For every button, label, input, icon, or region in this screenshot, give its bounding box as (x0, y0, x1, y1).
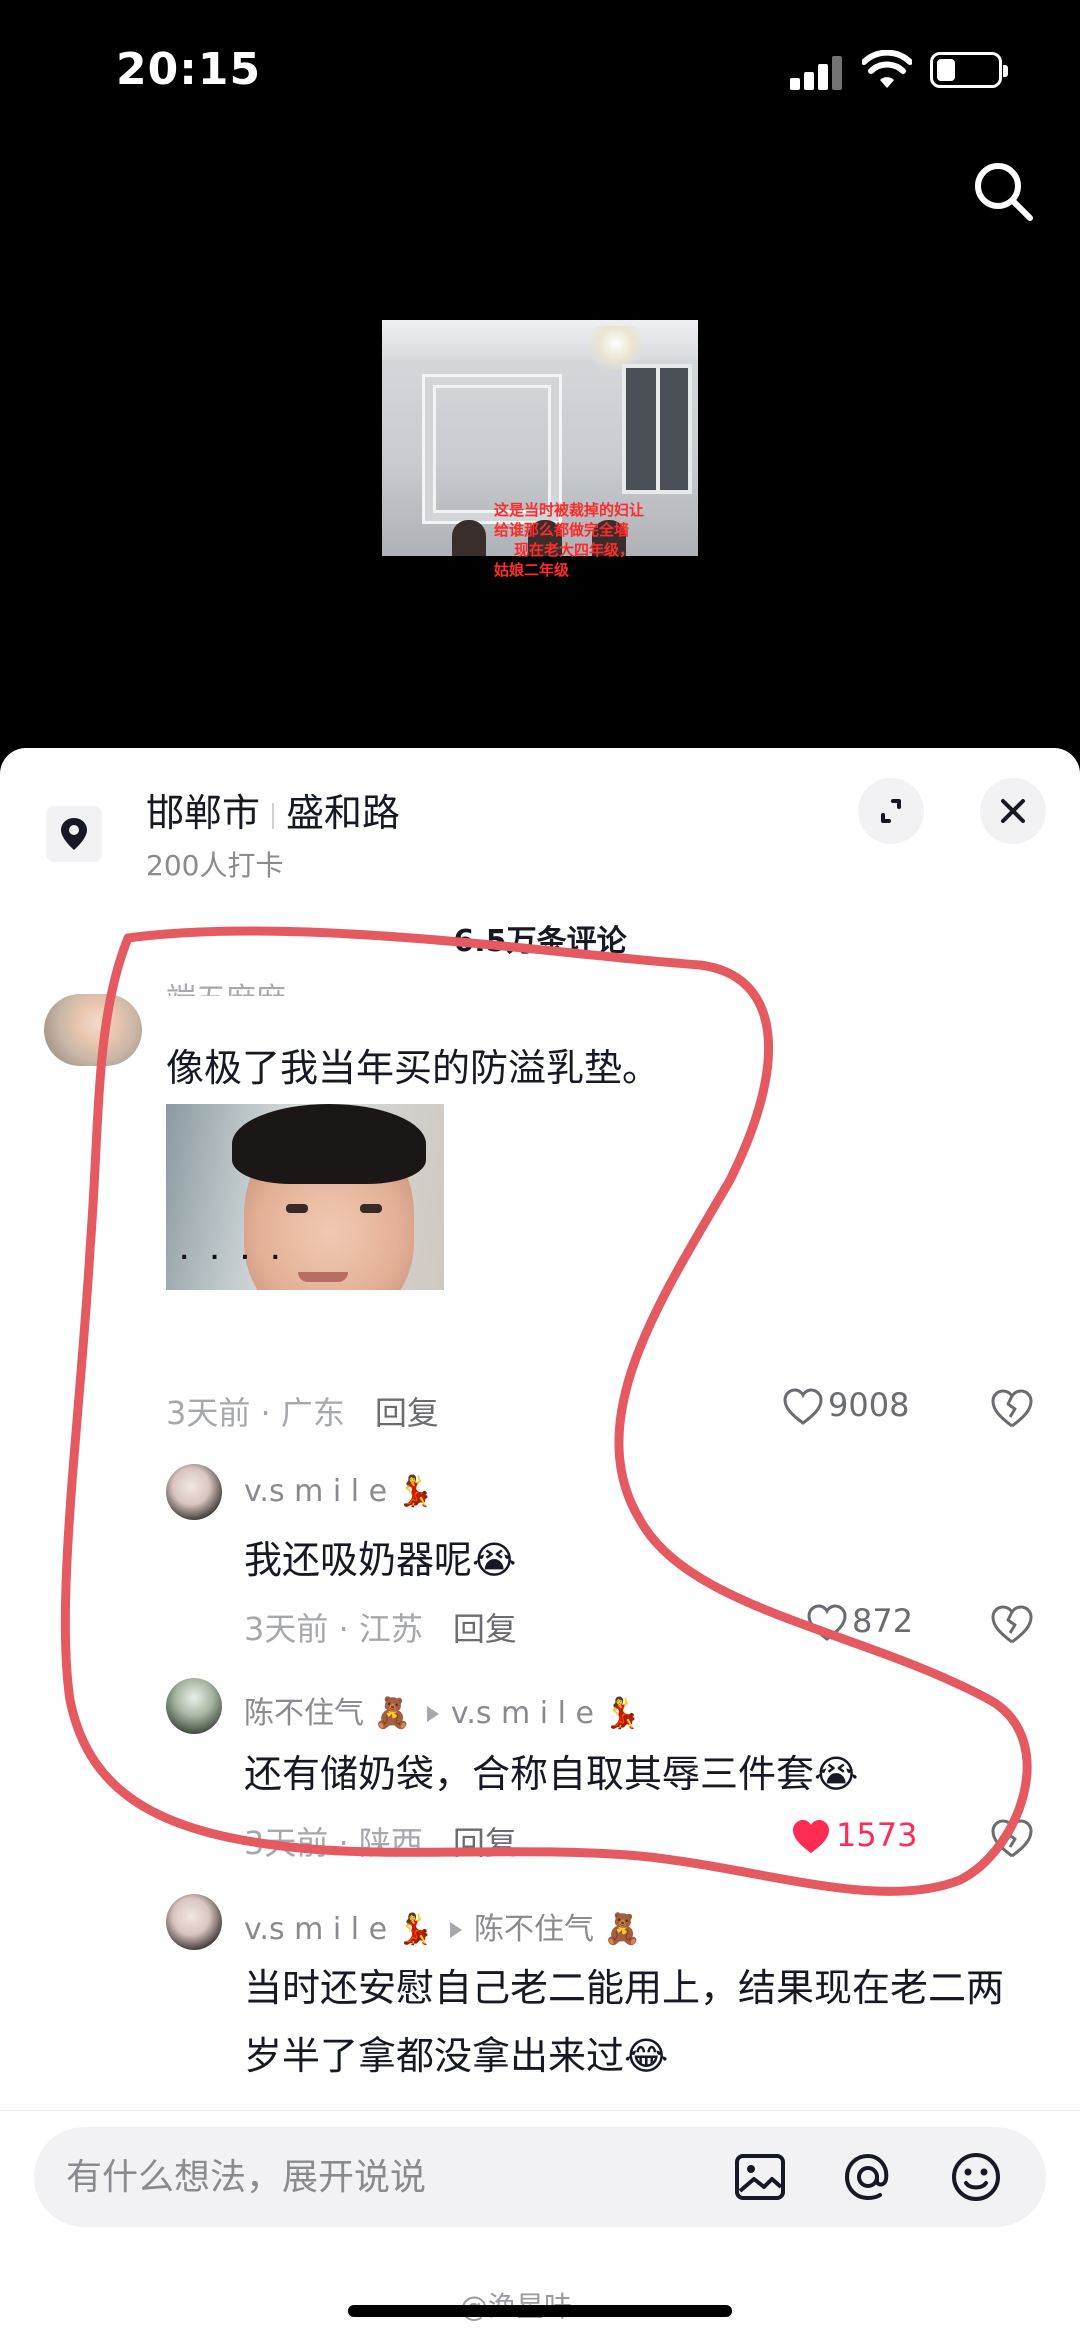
reply-username[interactable]: 陈不住气 🧸 v.s m i l e 💃 (244, 1688, 641, 1732)
reply-arrow-icon (450, 1921, 462, 1938)
reply-username[interactable]: v.s m i l e 💃 陈不住气 🧸 (244, 1904, 641, 1948)
location-street: 盛和路 (286, 791, 401, 835)
like-button[interactable]: 9008 (782, 1386, 909, 1427)
at-mention-icon[interactable] (840, 2149, 896, 2205)
reply-to-username: v.s m i l e (450, 1696, 594, 1731)
heart-filled-icon (793, 1820, 829, 1853)
like-button[interactable]: 1573 (790, 1816, 917, 1857)
comment-time-location: 3天前 · 广东 (166, 1394, 345, 1432)
location-checkins: 200人打卡 (146, 849, 284, 882)
close-icon[interactable] (980, 778, 1046, 844)
avatar[interactable] (166, 1678, 222, 1734)
dislike-icon[interactable] (988, 1384, 1036, 1432)
comment-image[interactable]: .... (166, 1104, 444, 1290)
location-city: 邯郸市 (146, 791, 261, 835)
like-count: 1573 (836, 1816, 918, 1854)
battery-icon (930, 52, 1008, 88)
location-title[interactable]: 邯郸市 盛和路 (146, 782, 400, 837)
search-icon[interactable] (968, 156, 1038, 226)
status-bar: 20:15 (0, 0, 1080, 140)
home-indicator (348, 2305, 732, 2317)
reply-button[interactable]: 回复 (453, 1610, 517, 1648)
comment-input-box[interactable] (34, 2127, 1046, 2227)
avatar[interactable] (166, 1894, 222, 1950)
like-button[interactable]: 872 (806, 1602, 913, 1643)
reply-username[interactable]: v.s m i l e 💃 (244, 1474, 434, 1509)
reply-button[interactable]: 回复 (453, 1824, 517, 1862)
heart-icon (783, 1388, 823, 1425)
comment-meta: 3天前 · 广东 回复 (166, 1388, 439, 1434)
emoji-icon[interactable] (948, 2149, 1004, 2205)
avatar[interactable] (166, 1464, 222, 1520)
reply-button[interactable]: 回复 (375, 1394, 439, 1432)
dislike-icon[interactable] (988, 1600, 1036, 1648)
reply-text: 我还吸奶器呢😭 (244, 1538, 517, 1582)
reply-text: 还有储奶袋，合称自取其辱三件套😭 (244, 1752, 859, 1796)
comments-sheet: 邯郸市盛和路 200人打卡 6.5万条评论 端五麻麻 像极了我当年买的防溢乳垫。… (0, 748, 1080, 2337)
reply-arrow-icon (426, 1705, 439, 1722)
signal-icon (790, 56, 846, 90)
reply-time-location: 3天前 · 江苏 (244, 1610, 423, 1648)
dislike-icon[interactable] (988, 1814, 1036, 1862)
image-icon[interactable] (732, 2149, 788, 2205)
status-time: 20:15 (116, 44, 262, 95)
like-count: 9008 (828, 1386, 910, 1424)
comment-image-dots: .... (180, 1240, 302, 1265)
reply-meta: 3天前 · 陕西 回复 (244, 1818, 517, 1864)
reply-meta: 3天前 · 江苏 回复 (244, 1604, 517, 1650)
comment-text: 像极了我当年买的防溢乳垫。 (166, 1046, 661, 1090)
heart-icon (807, 1604, 847, 1641)
avatar[interactable] (44, 994, 142, 1066)
reply-text: 当时还安慰自己老二能用上，结果现在老二两岁半了拿都没拿出来过😂 (244, 1966, 1005, 2078)
comment-username[interactable]: 端五麻麻 (166, 974, 286, 996)
expand-icon[interactable] (858, 778, 924, 844)
like-count: 872 (852, 1602, 914, 1640)
video-caption: 这是当时被裁掉的妇让 给谁那么都做完全墙 现在老大四年级， 姑娘二年级 (494, 501, 645, 579)
wifi-icon (862, 50, 912, 88)
reply-time-location: 3天前 · 陕西 (244, 1824, 423, 1862)
comment-count: 6.5万条评论 (453, 924, 627, 959)
reply-to-username: 陈不住气 (474, 1912, 594, 1947)
comment-input-bar: @渔星味 (0, 2110, 1080, 2337)
comment-input[interactable] (66, 2127, 706, 2227)
location-pin-icon (46, 806, 102, 862)
